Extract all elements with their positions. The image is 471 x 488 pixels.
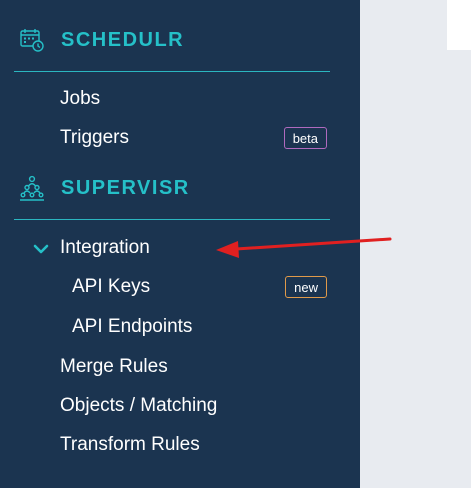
sidebar-item-integration[interactable]: Integration — [0, 231, 340, 265]
main-content — [360, 0, 471, 488]
chevron-down-icon[interactable] — [31, 239, 51, 259]
sidebar-subitem-api-endpoints[interactable]: API Endpoints — [0, 310, 340, 344]
sidebar-item-objects-matching[interactable]: Objects / Matching — [0, 389, 340, 423]
sidebar-subitem-api-keys[interactable]: API Keys new — [0, 270, 340, 304]
sidebar-item-label: Triggers — [60, 127, 129, 148]
sidebar-item-transform-rules[interactable]: Transform Rules — [0, 428, 340, 462]
sidebar-item-label: Jobs — [60, 88, 101, 109]
section-divider — [14, 219, 330, 220]
team-hierarchy-icon — [18, 174, 46, 202]
calendar-clock-icon — [18, 26, 46, 54]
section-header-schedulr: SCHEDULR — [18, 23, 184, 57]
app-window: SCHEDULR Jobs Triggers beta SUPERVISR In… — [0, 0, 471, 488]
sidebar-item-label: Objects / Matching — [60, 395, 218, 416]
content-card — [447, 0, 471, 50]
sidebar-item-jobs[interactable]: Jobs — [0, 82, 340, 116]
sidebar-item-label: Merge Rules — [60, 356, 168, 377]
beta-badge: beta — [283, 127, 327, 149]
sidebar-item-label: Integration — [60, 237, 150, 258]
sidebar-item-label: API Endpoints — [72, 316, 193, 337]
new-badge: new — [285, 276, 327, 298]
sidebar-item-triggers[interactable]: Triggers beta — [0, 121, 340, 155]
sidebar: SCHEDULR Jobs Triggers beta SUPERVISR In… — [0, 0, 360, 488]
section-header-supervisr: SUPERVISR — [18, 171, 190, 205]
sidebar-item-label: API Keys — [72, 276, 151, 297]
sidebar-item-merge-rules[interactable]: Merge Rules — [0, 350, 340, 384]
section-divider — [14, 71, 330, 72]
section-title-supervisr: SUPERVISR — [61, 176, 190, 199]
section-title-schedulr: SCHEDULR — [61, 28, 185, 51]
sidebar-item-label: Transform Rules — [60, 434, 200, 455]
